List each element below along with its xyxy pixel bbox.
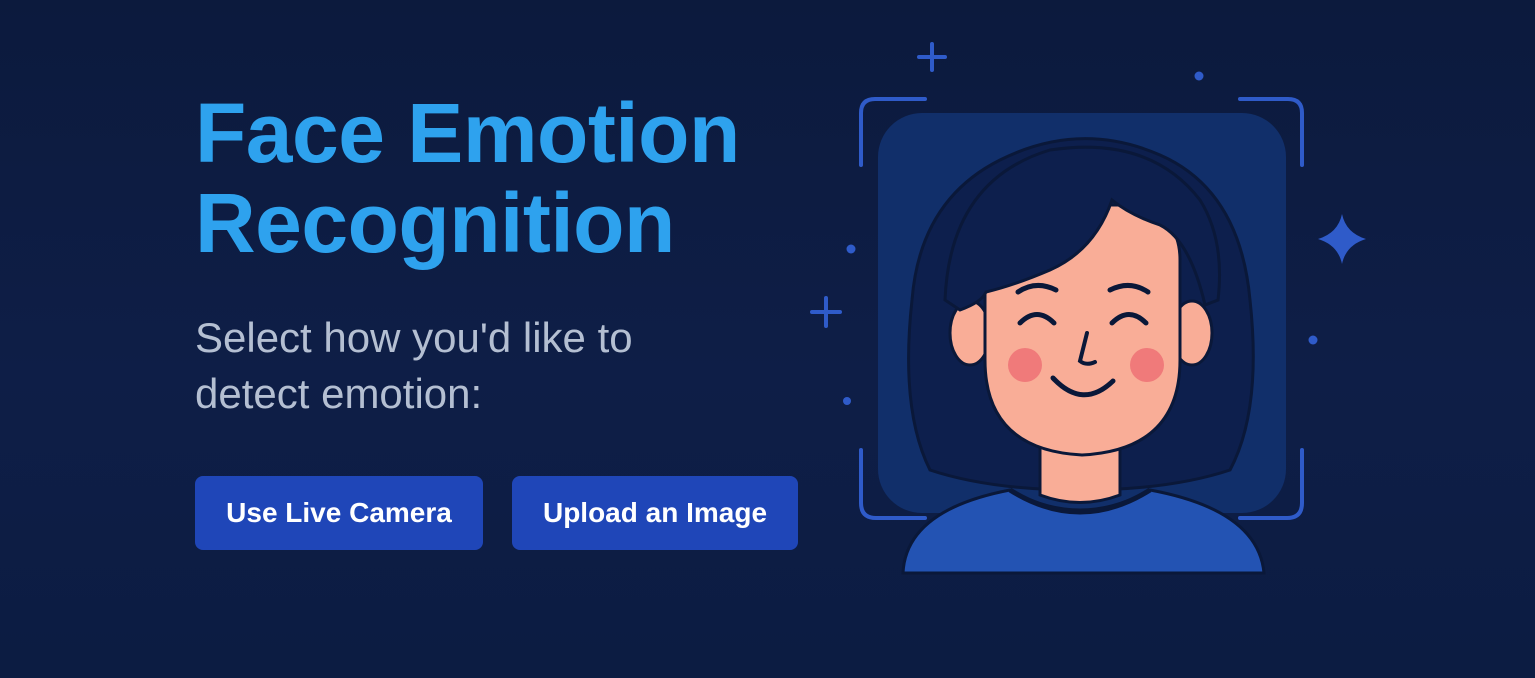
page-title: Face Emotion Recognition [195, 88, 815, 268]
dot-icon [843, 397, 851, 405]
use-live-camera-button[interactable]: Use Live Camera [195, 476, 483, 550]
action-buttons: Use Live Camera Upload an Image [195, 476, 798, 550]
title-line-2: Recognition [195, 176, 675, 270]
dot-icon [846, 244, 856, 254]
face-scan-illustration [810, 42, 1366, 575]
cheek-right [1130, 348, 1164, 382]
star-sparkle-icon [1318, 214, 1366, 264]
plus-sparkle-left-icon [810, 296, 842, 328]
dot-icon [1308, 335, 1318, 345]
hero-copy: Face Emotion Recognition Select how you'… [195, 88, 815, 422]
upload-image-button[interactable]: Upload an Image [512, 476, 798, 550]
page-subtitle: Select how you'd like to detect emotion: [195, 314, 633, 417]
plus-sparkle-top-icon [917, 42, 947, 72]
dot-icon [1194, 71, 1204, 81]
cheek-left [1008, 348, 1042, 382]
title-line-1: Face Emotion [195, 86, 740, 180]
